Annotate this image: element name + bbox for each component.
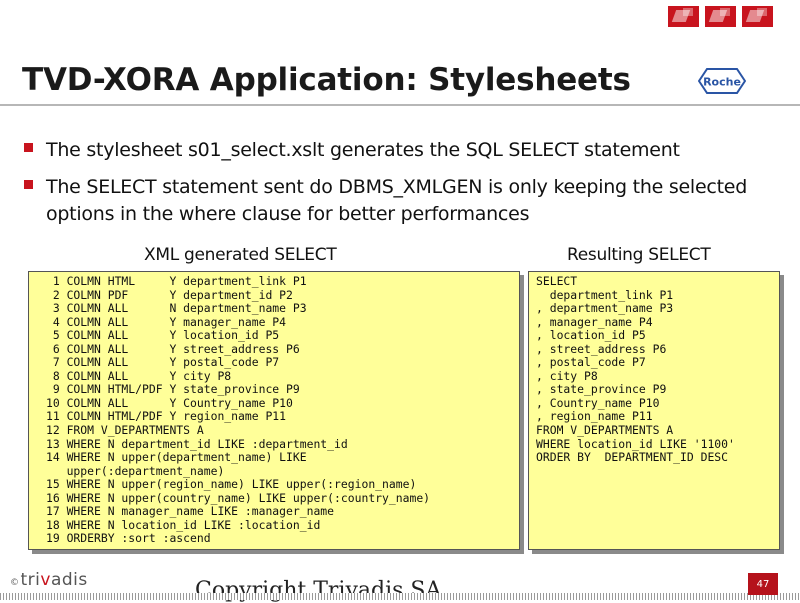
code-line: , department_name P3	[536, 301, 674, 316]
slide-title: TVD-XORA Application: Stylesheets	[22, 62, 631, 98]
brand-suffix: adis	[50, 570, 88, 590]
left-panel-heading: XML generated SELECT	[144, 245, 337, 265]
page-number-badge: 47	[748, 573, 778, 595]
title-divider	[0, 104, 800, 106]
copyright-symbol: ©	[10, 578, 20, 588]
code-line: 17 WHERE N manager_name LIKE :manager_na…	[46, 504, 335, 519]
code-line: , region_name P11	[536, 409, 653, 424]
code-line: 13 WHERE N department_id LIKE :departmen…	[46, 436, 348, 451]
code-line: 15 WHERE N upper(region_name) LIKE upper…	[46, 477, 417, 492]
corporate-photo-icon	[705, 6, 736, 27]
code-line: WHERE location_id LIKE '1100'	[536, 436, 735, 451]
code-line: , city P8	[536, 368, 598, 383]
code-line: , Country_name P10	[536, 395, 660, 410]
red-square-bullet-icon	[24, 180, 33, 189]
header-photo-logos	[668, 6, 773, 27]
code-line: 8 COLMN ALL Y city P8	[46, 368, 232, 383]
code-line: , location_id P5	[536, 328, 646, 343]
code-line: , postal_code P7	[536, 355, 646, 370]
right-panel-heading: Resulting SELECT	[567, 245, 711, 265]
bullet-text: The SELECT statement sent do DBMS_XMLGEN…	[46, 176, 748, 225]
code-line: FROM V_DEPARTMENTS A	[536, 423, 674, 438]
code-line: department_link P1	[536, 287, 674, 302]
bullet-item: The stylesheet s01_select.xslt generates…	[24, 137, 784, 164]
code-line: 11 COLMN HTML/PDF Y region_name P11	[46, 409, 287, 424]
code-line: SELECT	[536, 274, 578, 288]
code-line: , state_province P9	[536, 382, 667, 397]
code-line: 12 FROM V_DEPARTMENTS A	[46, 423, 204, 438]
code-line: 18 WHERE N location_id LIKE :location_id	[46, 517, 321, 532]
bullet-text: The stylesheet s01_select.xslt generates…	[46, 139, 680, 161]
code-line: 6 COLMN ALL Y street_address P6	[46, 341, 300, 356]
roche-logo-text: Roche	[703, 76, 741, 89]
code-line: 14 WHERE N upper(department_name) LIKE	[46, 450, 307, 465]
code-line: 3 COLMN ALL N department_name P3	[46, 301, 307, 316]
code-line: 2 COLMN PDF Y department_id P2	[46, 287, 293, 302]
code-line: , street_address P6	[536, 341, 667, 356]
xml-generated-select-code: 1 COLMN HTML Y department_link P1 2 COLM…	[28, 271, 520, 550]
corporate-photo-icon	[742, 6, 773, 27]
code-line: 10 COLMN ALL Y Country_name P10	[46, 395, 293, 410]
code-line: , manager_name P4	[536, 314, 653, 329]
code-line: upper(:department_name)	[46, 463, 225, 478]
bullet-item: The SELECT statement sent do DBMS_XMLGEN…	[24, 174, 784, 228]
corporate-photo-icon	[668, 6, 699, 27]
code-line: 4 COLMN ALL Y manager_name P4	[46, 314, 287, 329]
bullet-list: The stylesheet s01_select.xslt generates…	[24, 137, 784, 238]
footer-dotted-rule	[0, 593, 800, 600]
brand-prefix: tri	[20, 570, 41, 590]
trivadis-logo: ©trivadis	[10, 570, 88, 590]
code-line: 9 COLMN HTML/PDF Y state_province P9	[46, 382, 300, 397]
roche-hexagon-logo-icon: Roche	[698, 68, 746, 94]
code-line: 1 COLMN HTML Y department_link P1	[46, 274, 307, 288]
red-square-bullet-icon	[24, 143, 33, 152]
code-line: 7 COLMN ALL Y postal_code P7	[46, 355, 280, 370]
code-line: 5 COLMN ALL Y location_id P5	[46, 328, 280, 343]
code-line: 16 WHERE N upper(country_name) LIKE uppe…	[46, 490, 431, 505]
resulting-select-code: SELECT department_link P1, department_na…	[528, 271, 780, 550]
code-line: ORDER BY DEPARTMENT_ID DESC	[536, 450, 729, 465]
brand-accent: v	[40, 570, 51, 590]
code-line: 19 ORDERBY :sort :ascend	[46, 531, 211, 546]
